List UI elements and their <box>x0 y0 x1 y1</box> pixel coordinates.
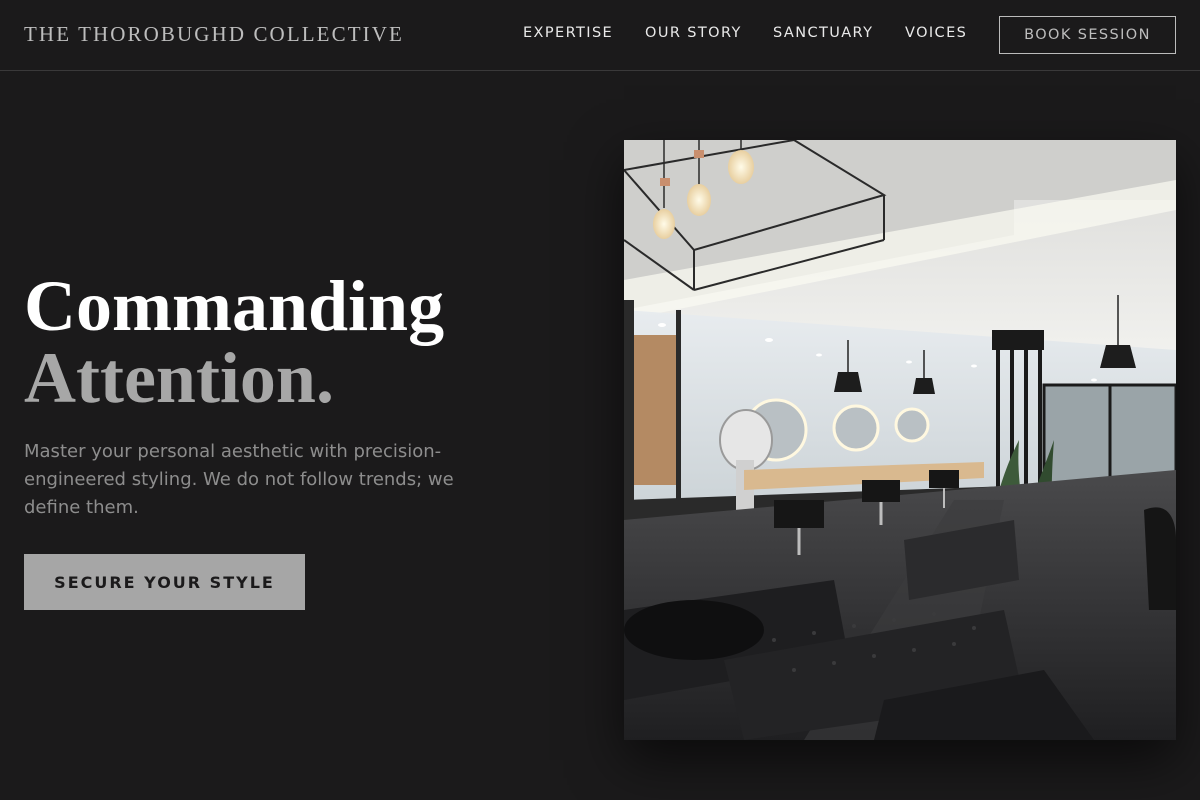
hero-title-line-2: Attention. <box>24 338 334 418</box>
hero-title-line-1: Commanding <box>24 266 445 346</box>
secure-your-style-button[interactable]: SECURE YOUR STYLE <box>24 554 305 610</box>
salon-interior-image <box>624 140 1176 740</box>
site-header: THE THOROBUGHD COLLECTIVE EXPERTISE OUR … <box>0 0 1200 71</box>
book-session-button[interactable]: BOOK SESSION <box>999 16 1176 54</box>
hero-subtitle: Master your personal aesthetic with prec… <box>24 441 454 518</box>
nav-link-voices[interactable]: VOICES <box>905 25 967 41</box>
nav-link-expertise[interactable]: EXPERTISE <box>523 25 613 41</box>
nav-link-sanctuary[interactable]: SANCTUARY <box>773 25 873 41</box>
nav-link-our-story[interactable]: OUR STORY <box>645 25 742 41</box>
